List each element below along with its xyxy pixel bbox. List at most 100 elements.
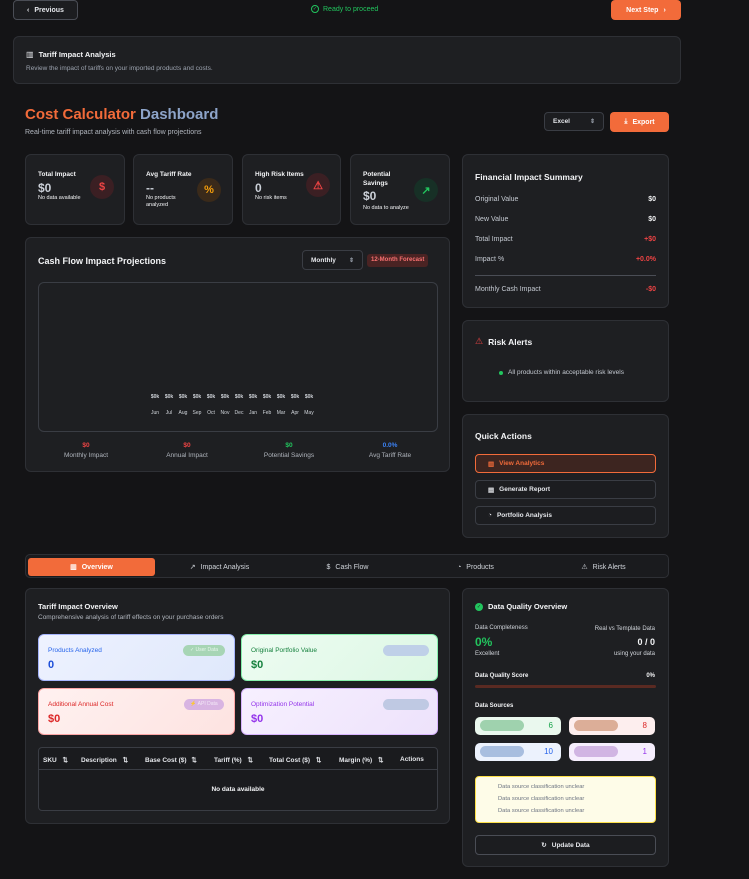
warning-icon: ⚠	[475, 336, 484, 346]
footer-label: Annual Impact	[166, 452, 208, 459]
stat-card-total-impact: Total Impact $0 No data available $	[25, 154, 125, 225]
tab-overview[interactable]: ▥ Overview	[28, 558, 155, 576]
footer-label: Potential Savings	[263, 452, 315, 459]
data-source-api: 10	[475, 743, 561, 761]
summary-row: Original Value $0	[475, 196, 656, 203]
stat-card-avg-tariff: Avg Tariff Rate -- No products analyzed …	[133, 154, 233, 225]
tab-risk-alerts[interactable]: ⚠ Risk Alerts	[540, 558, 667, 576]
cash-flow-card: Cash Flow Impact Projections Monthly ⇕ 1…	[25, 237, 450, 472]
next-step-button[interactable]: Next Step ›	[611, 0, 681, 20]
footer-value: $0	[82, 442, 90, 449]
warning-icon: ⚠	[306, 173, 330, 197]
document-icon: ▤	[488, 486, 495, 494]
bar-chart-icon: ▥	[488, 460, 495, 468]
tab-products[interactable]: ◔ Products	[413, 558, 538, 576]
check-circle-icon: ✓	[475, 602, 483, 611]
chevron-right-icon: ›	[663, 6, 666, 14]
optimization-potential-card: Optimization Potential $0	[241, 688, 438, 735]
tab-cash-flow[interactable]: $ Cash Flow	[284, 558, 411, 576]
banner-title: Tariff Impact Analysis	[38, 50, 116, 59]
column-header-total-cost[interactable]: Total Cost ($) ⇅	[269, 756, 321, 764]
footer-label: Monthly Impact	[63, 452, 109, 459]
api-data-badge: ⚡ API Data	[184, 699, 224, 710]
summary-title: Financial Impact Summary	[475, 172, 583, 182]
products-table: SKU ⇅ Description ⇅ Base Cost ($) ⇅ Tari…	[38, 747, 438, 811]
previous-label: Previous	[34, 6, 64, 14]
update-data-button[interactable]: ↻ Update Data	[475, 835, 656, 855]
products-analyzed-card: Products Analyzed 0 ✓ User Data	[38, 634, 235, 681]
generate-report-button[interactable]: ▤ Generate Report	[475, 480, 656, 499]
risk-message: All products within acceptable risk leve…	[499, 369, 624, 376]
data-badge	[383, 645, 429, 656]
chart-value-label: $0k	[304, 394, 314, 400]
dollar-icon: $	[90, 175, 114, 199]
export-button[interactable]: ⤓ Export	[610, 112, 669, 132]
chart-x-tick-label: May	[304, 410, 314, 416]
view-analytics-button[interactable]: ▥ View Analytics	[475, 454, 656, 473]
pie-chart-icon: ◔	[488, 512, 492, 519]
chart-area: $0k Jun $0k Jul $0k Aug $0k Sep $0k Oct $0k Nov $0k D…	[38, 282, 438, 432]
tariff-overview-card: Tariff Impact Overview Comprehensive ana…	[25, 588, 450, 824]
chevron-left-icon: ‹	[27, 6, 30, 14]
dashboard-subtitle: Real-time tariff impact analysis with ca…	[25, 129, 202, 136]
pie-chart-icon: ◔	[457, 563, 462, 571]
summary-divider	[475, 275, 656, 276]
original-portfolio-card: Original Portfolio Value $0	[241, 634, 438, 681]
data-source-template: 8	[569, 717, 655, 735]
stat-card-high-risk: High Risk Items 0 No risk items ⚠	[242, 154, 341, 225]
check-circle-icon: ✓	[311, 5, 319, 13]
tab-impact-analysis[interactable]: ↗ Impact Analysis	[157, 558, 282, 576]
cash-flow-title: Cash Flow Impact Projections	[38, 256, 167, 266]
financial-summary-card: Financial Impact Summary Original Value $…	[462, 154, 669, 308]
trending-up-icon: ↗	[414, 178, 438, 202]
footer-label: Avg Tariff Rate	[368, 452, 412, 459]
risk-alerts-card: ⚠ Risk Alerts All products within accept…	[462, 320, 669, 402]
format-select[interactable]: Excel ⇕	[544, 112, 604, 131]
summary-row: Total Impact +$0	[475, 236, 656, 243]
summary-row: New Value $0	[475, 216, 656, 223]
column-header-margin[interactable]: Margin (%) ⇅	[339, 756, 384, 764]
data-source-user: 6	[475, 717, 561, 735]
tab-bar: ▥ Overview ↗ Impact Analysis $ Cash Flow ◔ P…	[25, 554, 669, 578]
summary-row: Impact % +0.0%	[475, 256, 656, 263]
previous-button[interactable]: ‹ Previous	[13, 0, 78, 20]
data-badge	[383, 699, 429, 710]
quality-score-bar	[475, 685, 656, 688]
dashboard-title: Cost Calculator Dashboard	[25, 106, 219, 123]
tariff-impact-banner: ▥ Tariff Impact Analysis Review the impa…	[13, 36, 681, 84]
warning-icon: ⚠	[581, 564, 588, 571]
additional-annual-cost-card: Additional Annual Cost $0 ⚡ API Data	[38, 688, 235, 735]
next-step-label: Next Step	[626, 6, 659, 14]
data-source-calculated: 1	[569, 743, 655, 761]
column-header-actions: Actions	[400, 756, 424, 763]
green-dot-icon	[499, 370, 503, 375]
monthly-cash-impact-row: Monthly Cash Impact -$0	[475, 286, 656, 293]
column-header-sku[interactable]: SKU ⇅	[43, 756, 68, 764]
download-icon: ⤓	[624, 118, 628, 125]
quality-notes: Data source classification unclear Data …	[475, 776, 656, 823]
percent-icon: %	[197, 178, 221, 202]
trending-up-icon: ↗	[189, 564, 196, 571]
stat-card-potential-savings: Potential Savings $0 No data to analyze …	[350, 154, 450, 225]
chevron-updown-icon: ⇕	[348, 257, 354, 264]
period-select[interactable]: Monthly ⇕	[302, 250, 363, 270]
column-header-base-cost[interactable]: Base Cost ($) ⇅	[145, 756, 197, 764]
banner-subtitle: Review the impact of tariffs on your imp…	[26, 65, 213, 72]
footer-value: $0	[285, 442, 293, 449]
portfolio-analysis-button[interactable]: ◔ Portfolio Analysis	[475, 506, 656, 525]
column-header-description[interactable]: Description ⇅	[81, 756, 128, 764]
dollar-icon: $	[326, 563, 331, 571]
ready-status: ✓ Ready to proceed	[311, 5, 379, 13]
refresh-icon: ↻	[541, 842, 547, 849]
chevron-updown-icon: ⇕	[589, 119, 595, 125]
footer-value: $0	[183, 442, 191, 449]
bar-chart-icon: ▥	[26, 50, 34, 59]
user-data-badge: ✓ User Data	[183, 645, 225, 656]
table-empty-message: No data available	[211, 786, 265, 793]
forecast-badge: 12-Month Forecast	[367, 254, 429, 267]
bar-chart-icon: ▥	[70, 564, 77, 571]
data-quality-card: ✓ Data Quality Overview Data Completenes…	[462, 588, 669, 867]
footer-value: 0.0%	[382, 442, 398, 449]
column-header-tariff[interactable]: Tariff (%) ⇅	[214, 756, 253, 764]
quick-actions-card: Quick Actions ▥ View Analytics ▤ Generat…	[462, 414, 669, 538]
